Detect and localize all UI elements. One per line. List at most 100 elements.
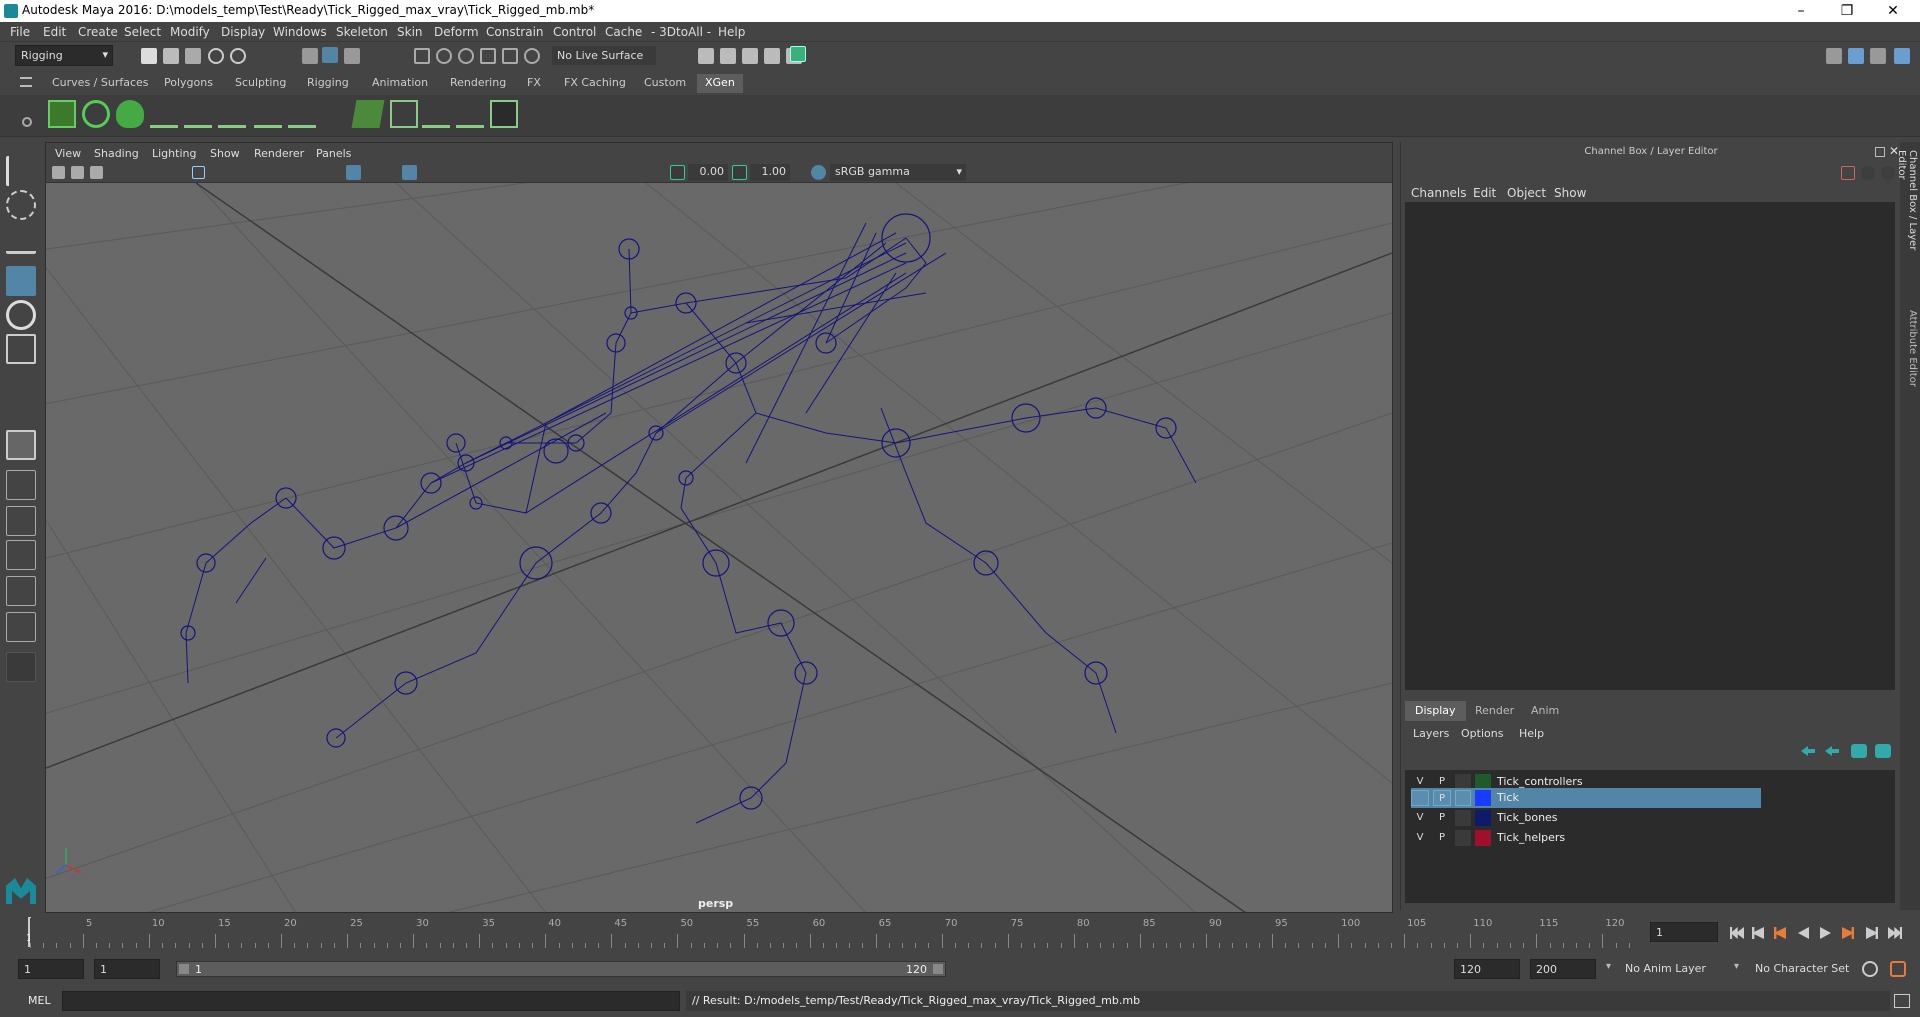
cb-menu-show[interactable]: Show [1554,186,1586,200]
layer-playback-toggle[interactable]: P [1433,790,1451,806]
tick-joint-spheres[interactable] [180,213,1177,810]
channel-settings-icon[interactable] [1881,166,1895,180]
play-backward-icon[interactable] [1798,927,1809,939]
render-settings-icon[interactable] [742,48,758,64]
tab-rigging[interactable]: Rigging [299,74,357,93]
xgen-preview-icon[interactable] [82,100,110,128]
restore-icon[interactable]: ❐ [1824,0,1870,22]
grid-toggle-icon[interactable] [192,166,205,179]
gamma-icon[interactable] [732,165,747,180]
layer-visibility-toggle[interactable] [1411,790,1429,806]
modeling-toolkit-icon[interactable] [1826,48,1842,64]
step-back-key-icon[interactable] [1752,927,1764,939]
move-layer-down-icon[interactable] [1825,746,1839,756]
scene-start-field[interactable]: 1 [18,959,84,979]
xgen-groom-icon[interactable] [422,100,450,128]
le-menu-layers[interactable]: Layers [1413,727,1449,740]
snap-view-icon[interactable] [480,48,496,64]
exposure-field[interactable]: 0.00 [688,164,728,181]
mode-selector[interactable]: Rigging ▾ [15,45,113,66]
menu-cache[interactable]: Cache [605,25,642,39]
menu-3dtoall[interactable]: - 3DtoAll - [651,25,711,39]
tab-render[interactable]: Render [1465,701,1524,721]
xgen-layers-icon[interactable] [351,100,385,128]
layer-color-swatch[interactable] [1475,790,1491,806]
lasso-tool-icon[interactable] [6,190,36,220]
menu-deform[interactable]: Deform [434,25,479,39]
xgen-place-icon[interactable] [184,100,212,128]
layer-row-tick-bones[interactable]: V P Tick_bones [1411,808,1761,828]
ipr-render-icon[interactable] [720,48,736,64]
xgen-editor-icon[interactable] [48,100,76,128]
layer-playback-toggle[interactable]: P [1433,810,1451,826]
playback-start-field[interactable]: 1 [94,959,160,979]
outliner-layout-icon[interactable] [6,506,36,536]
menu-display[interactable]: Display [221,25,265,39]
maya-home-icon[interactable] [6,878,36,904]
tab-xgen[interactable]: XGen [697,74,743,93]
minimize-icon[interactable]: – [1778,0,1824,22]
menu-file[interactable]: File [10,25,30,39]
snap-point-icon[interactable] [458,48,474,64]
range-slider[interactable]: 1 120 [176,961,946,977]
exposure-icon[interactable] [670,165,685,180]
vray-render-icon[interactable] [790,46,806,62]
node-layout-icon[interactable] [6,612,36,642]
tab-custom[interactable]: Custom [636,74,694,93]
attribute-editor-icon[interactable] [1894,48,1910,64]
scene-canvas[interactable] [46,183,1392,913]
layer-display-type[interactable] [1455,830,1471,846]
move-layer-up-icon[interactable] [1801,746,1815,756]
time-ruler[interactable]: 5 10 15 20 25 30 35 40 45 50 55 60 65 70 75 80 85 90 95 100… [30,918,1642,948]
range-handle-right[interactable] [933,964,943,974]
xgen-bind-icon[interactable] [390,100,418,128]
auto-key-icon[interactable] [1862,961,1878,977]
step-forward-key-icon[interactable] [1866,927,1878,939]
layer-visibility-toggle[interactable]: V [1411,810,1429,826]
vp-menu-renderer[interactable]: Renderer [254,147,304,160]
step-back-frame-icon[interactable] [1774,927,1786,939]
render-frame-icon[interactable] [698,48,714,64]
tab-curves-surfaces[interactable]: Curves / Surfaces [44,74,157,93]
layer-row-tick[interactable]: P Tick [1411,788,1761,808]
tab-sculpting[interactable]: Sculpting [227,74,294,93]
magnet-icon[interactable] [524,48,540,64]
tab-anim[interactable]: Anim [1521,701,1569,721]
menu-edit[interactable]: Edit [43,25,66,39]
live-surface-field[interactable]: No Live Surface [552,46,656,65]
snap-grid-icon[interactable] [414,48,430,64]
camera-select-icon[interactable] [52,166,65,179]
range-handle-left[interactable] [179,964,189,974]
xgen-comb-icon[interactable] [456,100,484,128]
vp-menu-show[interactable]: Show [210,147,240,160]
side-tab-channel-box[interactable]: Channel Box / Layer Editor [1896,150,1918,280]
go-to-end-icon[interactable] [1888,927,1902,939]
tab-polygons[interactable]: Polygons [156,74,221,93]
hypershade-icon[interactable] [764,48,780,64]
anim-layer-select[interactable]: No Anim Layer [1620,959,1744,979]
layer-visibility-toggle[interactable]: V [1411,830,1429,846]
select-component-icon[interactable] [344,48,360,64]
menu-help[interactable]: Help [718,25,745,39]
menu-skin[interactable]: Skin [397,25,423,39]
tab-rendering[interactable]: Rendering [442,74,514,93]
scale-tool-icon[interactable] [6,334,36,364]
tool-settings-icon[interactable] [1870,48,1886,64]
snap-curve-icon[interactable] [436,48,452,64]
layer-color-swatch[interactable] [1475,810,1491,826]
command-input[interactable] [62,991,680,1011]
menu-modify[interactable]: Modify [170,25,210,39]
menu-constrain[interactable]: Constrain [486,25,544,39]
menu-control[interactable]: Control [553,25,596,39]
le-menu-help[interactable]: Help [1519,727,1544,740]
playback-end-field[interactable]: 120 [1454,959,1520,979]
chevron-down-icon[interactable]: ▾ [1606,961,1611,972]
viewport-persp[interactable]: View Shading Lighting Show Renderer Pane… [45,142,1393,913]
close-icon[interactable]: ✕ [1870,0,1916,22]
move-tool-icon[interactable] [6,266,36,296]
shelf-options-icon[interactable] [22,117,32,127]
camera-attr-icon[interactable] [71,166,84,179]
hypershade-layout-icon[interactable] [6,576,36,606]
layer-display-type[interactable] [1455,790,1471,806]
color-management-icon[interactable] [811,165,826,180]
